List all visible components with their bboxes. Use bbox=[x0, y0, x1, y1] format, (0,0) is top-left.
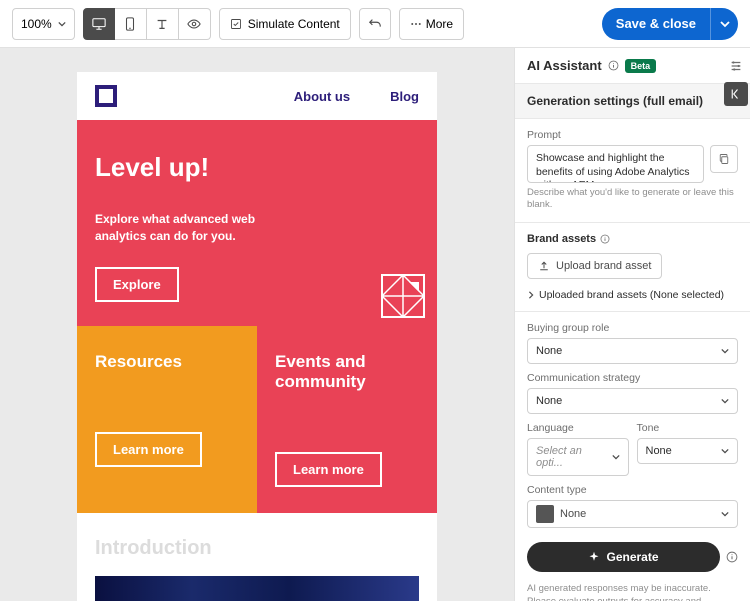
comm-strategy-value: None bbox=[536, 395, 562, 407]
save-close-button[interactable]: Save & close bbox=[602, 8, 710, 40]
tone-select[interactable]: None bbox=[637, 438, 739, 464]
upload-icon bbox=[538, 260, 550, 272]
right-rail bbox=[722, 48, 750, 106]
section-title: Generation settings (full email) bbox=[515, 84, 750, 119]
panel-title: AI Assistant bbox=[527, 58, 602, 73]
info-icon[interactable] bbox=[726, 551, 738, 563]
device-toggle-group bbox=[83, 8, 211, 40]
upload-label: Upload brand asset bbox=[556, 260, 651, 272]
prompt-hint: Describe what you'd like to generate or … bbox=[527, 187, 738, 212]
disclaimer-text: AI generated responses may be inaccurate… bbox=[527, 582, 738, 601]
hero-block: Level up! Explore what advanced web anal… bbox=[77, 120, 437, 326]
events-cta-button[interactable]: Learn more bbox=[275, 452, 382, 487]
comm-strategy-label: Communication strategy bbox=[527, 372, 738, 384]
language-select[interactable]: Select an opti... bbox=[527, 438, 629, 476]
zoom-value: 100% bbox=[21, 17, 52, 31]
upload-brand-asset-button[interactable]: Upload brand asset bbox=[527, 253, 662, 279]
undo-icon bbox=[368, 17, 382, 31]
mobile-icon bbox=[123, 17, 137, 31]
more-button[interactable]: More bbox=[399, 8, 464, 40]
buying-role-label: Buying group role bbox=[527, 322, 738, 334]
undo-button[interactable] bbox=[359, 8, 391, 40]
mobile-view-button[interactable] bbox=[115, 8, 147, 40]
sparkle-icon bbox=[588, 551, 600, 563]
chevron-right-icon bbox=[527, 291, 535, 299]
two-column-block: Resources Learn more Events and communit… bbox=[77, 326, 437, 514]
simulate-icon bbox=[230, 18, 242, 30]
nav-about-link[interactable]: About us bbox=[294, 89, 350, 104]
chevron-down-icon bbox=[58, 20, 66, 28]
chevron-down-icon bbox=[720, 19, 730, 29]
info-icon[interactable] bbox=[608, 60, 619, 71]
intro-block: Introduction bbox=[77, 513, 437, 568]
rail-collapse-button[interactable] bbox=[724, 82, 748, 106]
language-value: Select an opti... bbox=[536, 445, 612, 469]
language-label: Language bbox=[527, 422, 629, 434]
email-header: About us Blog bbox=[77, 72, 437, 120]
resources-title: Resources bbox=[95, 352, 239, 372]
uploaded-assets-text: Uploaded brand assets (None selected) bbox=[539, 289, 724, 301]
simulate-content-button[interactable]: Simulate Content bbox=[219, 8, 351, 40]
generate-label: Generate bbox=[606, 550, 658, 564]
brand-logo bbox=[95, 85, 117, 107]
chevron-down-icon bbox=[721, 347, 729, 355]
events-column: Events and community Learn more bbox=[257, 326, 437, 514]
zoom-select[interactable]: 100% bbox=[12, 8, 75, 40]
hero-subtitle: Explore what advanced web analytics can … bbox=[95, 211, 305, 245]
chevron-down-icon bbox=[612, 453, 620, 461]
copy-prompt-button[interactable] bbox=[710, 145, 738, 173]
email-nav: About us Blog bbox=[294, 89, 419, 104]
buying-role-value: None bbox=[536, 345, 562, 357]
rail-settings-button[interactable] bbox=[724, 54, 748, 78]
canvas-area[interactable]: About us Blog Level up! Explore what adv… bbox=[0, 48, 514, 601]
nav-blog-link[interactable]: Blog bbox=[390, 89, 419, 104]
more-label: More bbox=[426, 17, 453, 31]
info-icon[interactable] bbox=[600, 234, 610, 244]
eye-icon bbox=[187, 17, 201, 31]
beta-badge: Beta bbox=[625, 59, 657, 73]
intro-image bbox=[95, 576, 419, 601]
tone-label: Tone bbox=[637, 422, 739, 434]
uploaded-assets-row[interactable]: Uploaded brand assets (None selected) bbox=[527, 289, 738, 301]
chevron-down-icon bbox=[721, 397, 729, 405]
simulate-label: Simulate Content bbox=[248, 17, 340, 31]
text-view-button[interactable] bbox=[147, 8, 179, 40]
collapse-icon bbox=[730, 88, 742, 100]
top-toolbar: 100% Simulate Content More Save & close bbox=[0, 0, 750, 48]
email-preview: About us Blog Level up! Explore what adv… bbox=[77, 72, 437, 601]
sliders-icon bbox=[729, 59, 743, 73]
chevron-down-icon bbox=[721, 510, 729, 518]
desktop-icon bbox=[92, 17, 106, 31]
content-type-select[interactable]: None bbox=[527, 500, 738, 528]
prompt-label: Prompt bbox=[527, 129, 738, 141]
tone-value: None bbox=[646, 445, 672, 457]
content-type-thumb bbox=[536, 505, 554, 523]
brand-assets-label: Brand assets bbox=[527, 233, 738, 245]
hero-decoration-icon bbox=[381, 274, 425, 318]
prompt-input[interactable]: Showcase and highlight the benefits of u… bbox=[527, 145, 704, 183]
generate-button[interactable]: Generate bbox=[527, 542, 720, 572]
ai-assistant-panel: AI Assistant Beta Generation settings (f… bbox=[514, 48, 750, 601]
more-icon bbox=[410, 18, 422, 30]
hero-title: Level up! bbox=[95, 152, 419, 183]
hero-cta-button[interactable]: Explore bbox=[95, 267, 179, 302]
text-icon bbox=[155, 17, 169, 31]
content-type-value: None bbox=[560, 508, 715, 520]
intro-title: Introduction bbox=[95, 537, 419, 560]
panel-header: AI Assistant Beta bbox=[515, 48, 750, 84]
resources-cta-button[interactable]: Learn more bbox=[95, 432, 202, 467]
copy-icon bbox=[718, 153, 730, 165]
events-title: Events and community bbox=[275, 352, 419, 393]
buying-role-select[interactable]: None bbox=[527, 338, 738, 364]
desktop-view-button[interactable] bbox=[83, 8, 115, 40]
resources-column: Resources Learn more bbox=[77, 326, 257, 514]
chevron-down-icon bbox=[721, 447, 729, 455]
preview-button[interactable] bbox=[179, 8, 211, 40]
content-type-label: Content type bbox=[527, 484, 738, 496]
save-options-button[interactable] bbox=[710, 8, 738, 40]
save-group: Save & close bbox=[602, 8, 738, 40]
comm-strategy-select[interactable]: None bbox=[527, 388, 738, 414]
